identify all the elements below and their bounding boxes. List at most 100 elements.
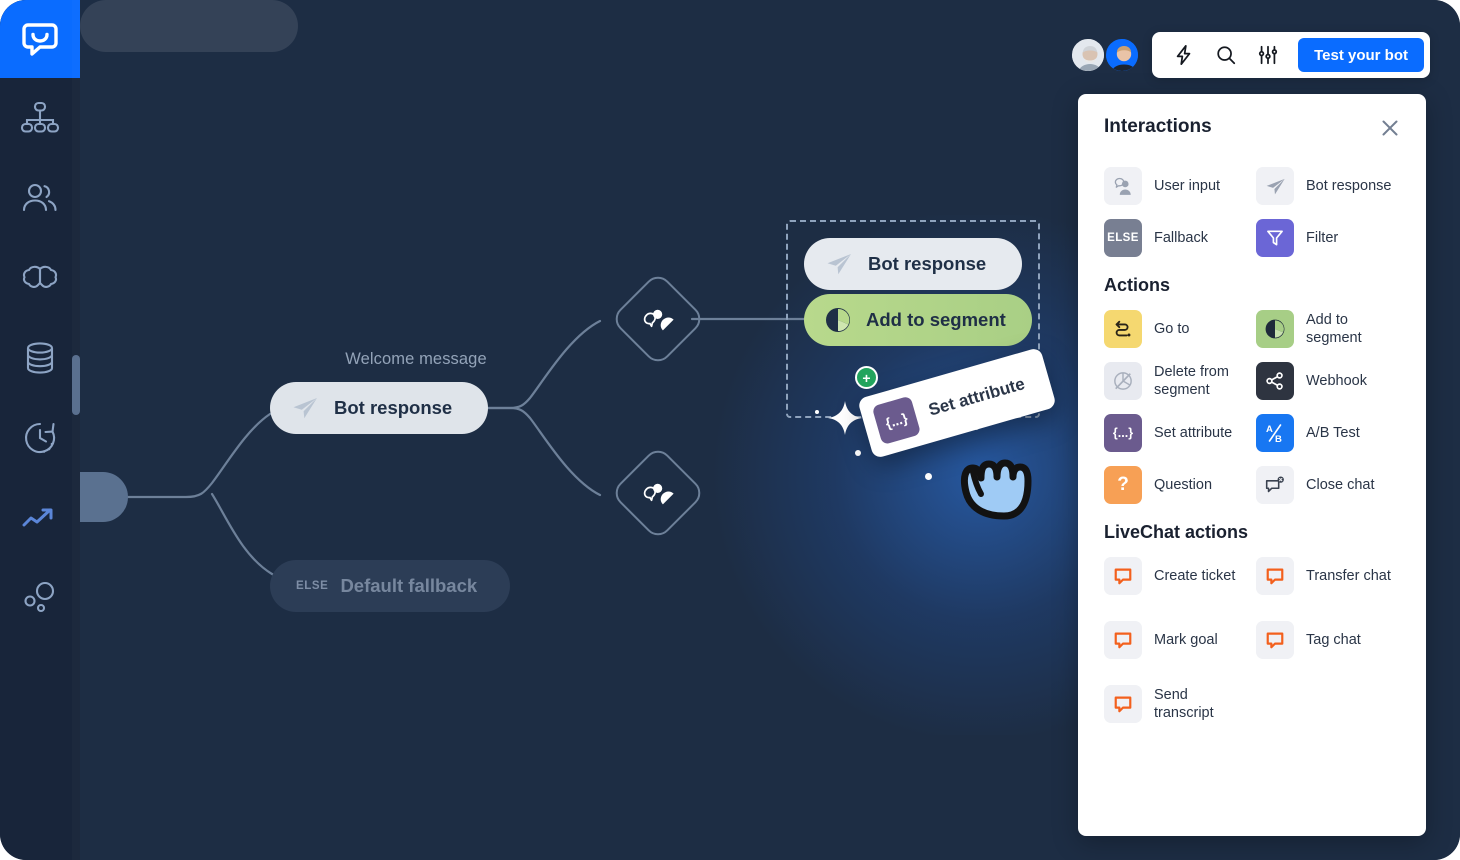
ab-test-icon: A B <box>1256 414 1294 452</box>
panel-item-label: Tag chat <box>1306 631 1361 648</box>
panel-item-go-to[interactable]: Go to <box>1104 310 1256 348</box>
clock-history-icon <box>19 417 61 459</box>
goto-arrow-icon <box>1104 310 1142 348</box>
braces-icon: {...} <box>871 395 922 446</box>
panel-item-send-transcript[interactable]: Send transcript <box>1104 685 1256 723</box>
actions-grid: Go to Add to segment Delete from segment… <box>1104 310 1402 504</box>
test-your-bot-button[interactable]: Test your bot <box>1298 38 1424 72</box>
chatbot-logo-icon[interactable] <box>0 0 80 78</box>
sidebar-item-training[interactable] <box>0 238 80 318</box>
sidebar-item-stories[interactable] <box>0 78 80 158</box>
sidebar-item-users[interactable] <box>0 158 80 238</box>
panel-item-fallback[interactable]: ELSE Fallback <box>1104 219 1256 257</box>
database-icon <box>19 337 61 379</box>
node-label: Default fallback <box>340 575 478 596</box>
braces-icon: {...} <box>1104 414 1142 452</box>
sliders-icon[interactable] <box>1250 37 1286 73</box>
node-bot-response[interactable]: Bot response <box>804 238 1022 290</box>
panel-item-delete-from-segment[interactable]: Delete from segment <box>1104 362 1256 400</box>
node-add-to-segment[interactable]: Add to segment <box>804 294 1032 346</box>
share-nodes-icon <box>1256 362 1294 400</box>
panel-item-label: Close chat <box>1306 476 1375 493</box>
node-default-fallback[interactable]: ELSE Default fallback <box>270 560 510 612</box>
panel-item-label: Filter <box>1306 229 1339 246</box>
panel-item-label: Transfer chat <box>1306 567 1391 584</box>
panel-item-label: User input <box>1154 177 1221 194</box>
panel-item-question[interactable]: ? Question <box>1104 466 1256 504</box>
panel-title: Interactions <box>1104 116 1212 137</box>
panel-item-label: Question <box>1154 476 1213 493</box>
livechat-section-title: LiveChat actions <box>1104 522 1249 542</box>
interactions-panel: Interactions User input Bot response ELS… <box>1078 94 1426 836</box>
drag-add-badge: + <box>855 366 878 389</box>
toolbar-card: Test your bot <box>1152 32 1430 78</box>
search-icon[interactable] <box>1208 37 1244 73</box>
drag-card-label: Set attribute <box>926 374 1027 420</box>
sidebar-item-archives[interactable] <box>0 398 80 478</box>
panel-item-label: Fallback <box>1154 229 1208 246</box>
pie-chart-icon <box>1256 310 1294 348</box>
else-tag: ELSE <box>296 580 329 592</box>
else-icon: ELSE <box>1104 219 1142 257</box>
panel-item-bot-response[interactable]: Bot response <box>1256 167 1408 205</box>
livechat-bubble-icon <box>1104 685 1142 723</box>
node-label: Bot response <box>868 253 987 274</box>
panel-item-label: Bot response <box>1306 177 1392 194</box>
paper-plane-icon <box>824 249 854 279</box>
panel-item-add-to-segment[interactable]: Add to segment <box>1256 310 1408 348</box>
panel-item-label: Delete from segment <box>1154 363 1229 398</box>
sidebar-item-knowledge-base[interactable] <box>0 318 80 398</box>
panel-item-label: Create ticket <box>1154 567 1236 584</box>
left-sidebar <box>0 0 80 860</box>
sidebar-item-integrations[interactable] <box>0 558 80 638</box>
app-window: Welcome message Bot response ELSE Defaul… <box>0 0 1460 860</box>
node-welcome-bot-response[interactable]: Bot response <box>270 382 488 434</box>
question-mark-icon: ? <box>1104 466 1142 504</box>
panel-item-mark-goal[interactable]: Mark goal <box>1104 621 1256 659</box>
node-label: Add to segment <box>866 309 1006 330</box>
sidebar-scrollbar-track[interactable] <box>72 0 80 860</box>
panel-item-filter[interactable]: Filter <box>1256 219 1408 257</box>
users-icon <box>19 177 61 219</box>
welcome-message-label: Welcome message <box>345 350 487 368</box>
livechat-actions-grid: Create ticket Transfer chat Mark goal Ta… <box>1104 557 1402 723</box>
panel-item-label: Add to segment <box>1306 311 1362 346</box>
panel-item-tag-chat[interactable]: Tag chat <box>1256 621 1408 659</box>
bubbles-icon <box>19 577 61 619</box>
svg-text:A: A <box>1266 424 1273 435</box>
lightning-icon[interactable] <box>1166 37 1202 73</box>
avatar-user-2[interactable] <box>1104 37 1141 73</box>
panel-item-label: Webhook <box>1306 372 1367 389</box>
flow-start-node[interactable] <box>80 472 128 522</box>
sidebar-item-reports[interactable] <box>0 478 80 558</box>
sparkle-dot <box>815 410 819 414</box>
user-input-icon <box>1104 167 1142 205</box>
panel-item-transfer-chat[interactable]: Transfer chat <box>1256 557 1408 595</box>
panel-item-user-input[interactable]: User input <box>1104 167 1256 205</box>
livechat-bubble-icon <box>1256 621 1294 659</box>
panel-item-label: Set attribute <box>1154 424 1233 441</box>
panel-item-create-ticket[interactable]: Create ticket <box>1104 557 1256 595</box>
flow-chart-icon <box>19 97 61 139</box>
panel-item-close-chat[interactable]: Close chat <box>1256 466 1408 504</box>
panel-item-webhook[interactable]: Webhook <box>1256 362 1408 400</box>
panel-header: Interactions <box>1104 116 1402 145</box>
sparkle-dot <box>925 473 932 480</box>
brain-icon <box>19 257 61 299</box>
node-label: Bot response <box>334 397 453 418</box>
panel-item-ab-test[interactable]: A B A/B Test <box>1256 414 1408 452</box>
avatar-user-1[interactable] <box>1070 37 1107 73</box>
panel-item-label: Go to <box>1154 320 1190 337</box>
livechat-bubble-icon <box>1104 621 1142 659</box>
paper-plane-icon <box>290 393 320 423</box>
livechat-bubble-icon <box>1256 557 1294 595</box>
trend-up-icon <box>19 497 61 539</box>
panel-item-set-attribute[interactable]: {...} Set attribute <box>1104 414 1256 452</box>
livechat-bubble-icon <box>1104 557 1142 595</box>
funnel-icon <box>1256 219 1294 257</box>
interactions-grid: User input Bot response ELSE Fallback Fi… <box>1104 167 1402 257</box>
pie-chart-icon <box>824 306 852 334</box>
close-icon[interactable] <box>1378 116 1402 145</box>
sparkle-dot <box>855 450 861 456</box>
sidebar-scrollbar-thumb[interactable] <box>72 355 80 415</box>
